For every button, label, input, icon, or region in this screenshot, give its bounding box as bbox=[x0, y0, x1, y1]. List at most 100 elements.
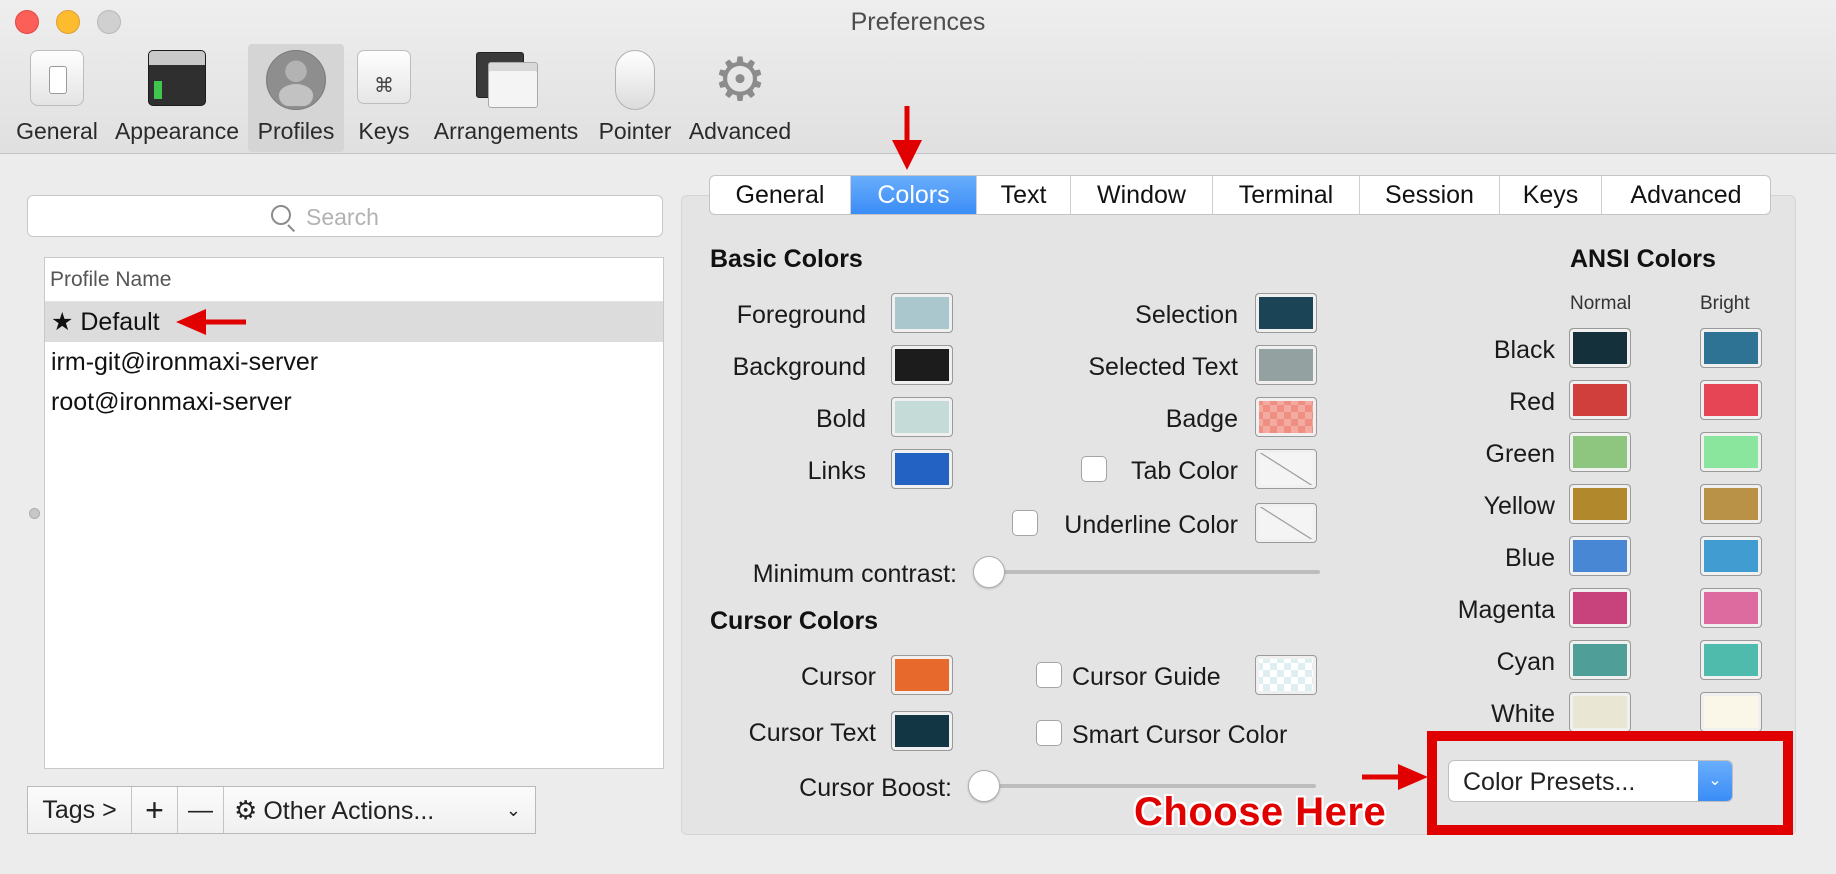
ansi-normal-header: Normal bbox=[1570, 293, 1632, 314]
tab-colors[interactable]: Colors bbox=[851, 176, 977, 214]
toolbar-label: Pointer bbox=[598, 118, 672, 144]
cursor-label: Cursor bbox=[800, 663, 876, 691]
search-icon bbox=[271, 205, 291, 225]
toolbar-advanced[interactable]: ⚙ Advanced bbox=[686, 44, 794, 152]
badge-color-well[interactable] bbox=[1255, 397, 1317, 437]
tab-color-checkbox[interactable] bbox=[1081, 456, 1107, 482]
ansi-white-bright-color-well[interactable] bbox=[1700, 692, 1762, 732]
gear-icon: ⚙ bbox=[234, 795, 258, 825]
tags-button[interactable]: Tags > bbox=[28, 787, 132, 833]
minimum-contrast-label: Minimum contrast: bbox=[752, 560, 957, 588]
color-presets-label: Color Presets... bbox=[1463, 768, 1636, 796]
split-view-handle[interactable] bbox=[29, 508, 40, 519]
cursor-text-label: Cursor Text bbox=[748, 719, 876, 747]
ansi-magenta-label: Magenta bbox=[1457, 596, 1555, 624]
ansi-yellow-bright-color-well[interactable] bbox=[1700, 484, 1762, 524]
profile-row-root[interactable]: root@ironmaxi-server bbox=[45, 382, 663, 422]
ansi-yellow-normal-color-well[interactable] bbox=[1569, 484, 1631, 524]
tab-color-label: Tab Color bbox=[1131, 457, 1238, 485]
foreground-color-well[interactable] bbox=[891, 293, 953, 333]
toolbar-appearance[interactable]: Appearance bbox=[110, 44, 244, 152]
ansi-blue-normal-color-well[interactable] bbox=[1569, 536, 1631, 576]
ansi-magenta-bright-color-well[interactable] bbox=[1700, 588, 1762, 628]
cursor-boost-knob[interactable] bbox=[968, 770, 1000, 802]
toolbar-label: Advanced bbox=[688, 118, 792, 144]
cursor-boost-slider[interactable] bbox=[984, 784, 1316, 788]
other-actions-label: Other Actions... bbox=[263, 797, 435, 825]
ansi-red-normal-color-well[interactable] bbox=[1569, 380, 1631, 420]
toolbar-profiles[interactable]: Profiles bbox=[248, 44, 344, 152]
ansi-cyan-label: Cyan bbox=[1496, 648, 1555, 676]
general-switch-icon bbox=[30, 50, 84, 106]
underline-color-well[interactable] bbox=[1255, 503, 1317, 543]
choose-here-callout: Choose Here bbox=[1134, 790, 1387, 834]
cursor-guide-color-well[interactable] bbox=[1255, 655, 1317, 695]
cursor-guide-checkbox[interactable] bbox=[1036, 662, 1062, 688]
other-actions-menu[interactable]: ⚙ Other Actions... ⌄ bbox=[224, 787, 535, 833]
ansi-green-bright-color-well[interactable] bbox=[1700, 432, 1762, 472]
remove-profile-button[interactable]: — bbox=[178, 787, 224, 833]
profile-row-irm-git[interactable]: irm-git@ironmaxi-server bbox=[45, 342, 663, 382]
selected-text-color-well[interactable] bbox=[1255, 345, 1317, 385]
ansi-blue-label: Blue bbox=[1504, 544, 1555, 572]
ansi-red-label: Red bbox=[1509, 388, 1555, 416]
ansi-black-normal-color-well[interactable] bbox=[1569, 328, 1631, 368]
links-color-well[interactable] bbox=[891, 449, 953, 489]
selected-text-label: Selected Text bbox=[1088, 353, 1238, 381]
links-label: Links bbox=[807, 457, 866, 485]
chevron-down-icon: ⌄ bbox=[505, 800, 521, 820]
toolbar-pointer[interactable]: Pointer bbox=[592, 44, 678, 152]
cursor-color-well[interactable] bbox=[891, 655, 953, 695]
ansi-cyan-bright-color-well[interactable] bbox=[1700, 640, 1762, 680]
toolbar-keys[interactable]: ⌘ Keys bbox=[350, 44, 418, 152]
tab-session[interactable]: Session bbox=[1360, 176, 1500, 214]
arrow-to-colors-tab-icon bbox=[892, 106, 922, 170]
cursor-colors-title: Cursor Colors bbox=[710, 607, 879, 635]
profile-row-default[interactable]: ★ Default bbox=[45, 302, 663, 342]
toolbar-arrangements[interactable]: Arrangements bbox=[428, 44, 584, 152]
color-presets-dropdown[interactable]: Color Presets... ⌄ bbox=[1448, 760, 1733, 802]
underline-color-checkbox[interactable] bbox=[1012, 510, 1038, 536]
selection-color-well[interactable] bbox=[1255, 293, 1317, 333]
cursor-text-color-well[interactable] bbox=[891, 711, 953, 751]
toolbar-label: Arrangements bbox=[433, 118, 579, 144]
toolbar-general[interactable]: General bbox=[10, 44, 104, 152]
ansi-bright-header: Bright bbox=[1700, 293, 1750, 314]
tab-color-well[interactable] bbox=[1255, 449, 1317, 489]
window-title: Preferences bbox=[850, 8, 986, 36]
tab-general[interactable]: General bbox=[710, 176, 851, 214]
cursor-guide-label: Cursor Guide bbox=[1072, 663, 1221, 691]
background-color-well[interactable] bbox=[891, 345, 953, 385]
toolbar-label: Profiles bbox=[257, 118, 335, 144]
ansi-white-normal-color-well[interactable] bbox=[1569, 692, 1631, 732]
bold-color-well[interactable] bbox=[891, 397, 953, 437]
ansi-cyan-normal-color-well[interactable] bbox=[1569, 640, 1631, 680]
minimum-contrast-knob[interactable] bbox=[973, 556, 1005, 588]
add-profile-button[interactable]: + bbox=[132, 787, 178, 833]
minimum-contrast-slider[interactable] bbox=[988, 570, 1320, 574]
arrow-to-default-profile-icon bbox=[176, 309, 246, 335]
selection-label: Selection bbox=[1135, 301, 1238, 329]
tab-terminal[interactable]: Terminal bbox=[1213, 176, 1360, 214]
ansi-blue-bright-color-well[interactable] bbox=[1700, 536, 1762, 576]
search-placeholder: Search bbox=[306, 204, 379, 230]
ansi-yellow-label: Yellow bbox=[1483, 492, 1555, 520]
tab-advanced[interactable]: Advanced bbox=[1602, 176, 1770, 214]
profile-search-input[interactable]: Search bbox=[27, 195, 663, 237]
ansi-red-bright-color-well[interactable] bbox=[1700, 380, 1762, 420]
profile-name-column-header[interactable]: Profile Name bbox=[45, 258, 663, 302]
ansi-magenta-normal-color-well[interactable] bbox=[1569, 588, 1631, 628]
pointer-mouse-icon bbox=[615, 50, 655, 110]
tab-text[interactable]: Text bbox=[977, 176, 1071, 214]
smart-cursor-color-checkbox[interactable] bbox=[1036, 720, 1062, 746]
toolbar-label: General bbox=[16, 118, 98, 144]
basic-colors-title: Basic Colors bbox=[710, 245, 863, 273]
arrangements-windows-icon bbox=[476, 50, 538, 108]
background-label: Background bbox=[732, 353, 866, 381]
ansi-green-normal-color-well[interactable] bbox=[1569, 432, 1631, 472]
badge-label: Badge bbox=[1165, 405, 1238, 433]
tab-window[interactable]: Window bbox=[1071, 176, 1213, 214]
ansi-black-bright-color-well[interactable] bbox=[1700, 328, 1762, 368]
profile-actions-bar: Tags > + — ⚙ Other Actions... ⌄ bbox=[27, 786, 536, 834]
tab-keys[interactable]: Keys bbox=[1500, 176, 1602, 214]
